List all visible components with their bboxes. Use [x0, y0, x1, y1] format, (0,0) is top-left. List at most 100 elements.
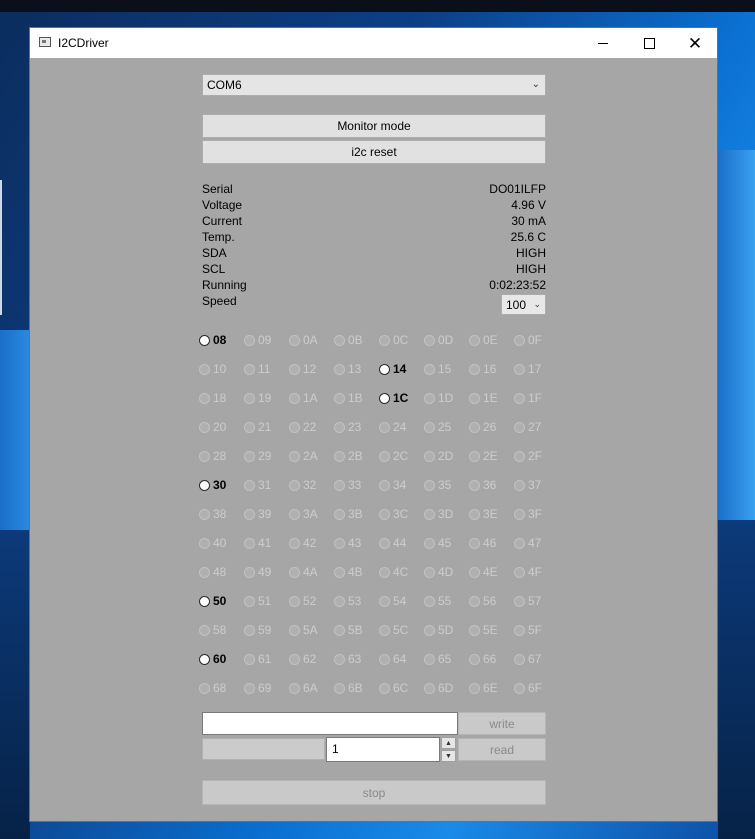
radio-button-icon[interactable]: [514, 508, 525, 520]
radio-button-icon[interactable]: [289, 421, 300, 433]
radio-button-icon[interactable]: [469, 392, 480, 404]
address-option-10[interactable]: 10: [199, 362, 226, 376]
title-bar[interactable]: I2CDriver ✕: [30, 28, 717, 58]
radio-button-icon[interactable]: [199, 508, 210, 520]
address-option-39[interactable]: 39: [244, 507, 271, 521]
radio-button-icon[interactable]: [289, 508, 300, 520]
radio-button-icon[interactable]: [334, 392, 345, 404]
address-option-4c[interactable]: 4C: [379, 565, 408, 579]
address-option-68[interactable]: 68: [199, 681, 226, 695]
address-option-4d[interactable]: 4D: [424, 565, 453, 579]
address-option-27[interactable]: 27: [514, 420, 541, 434]
maximize-button[interactable]: [626, 28, 672, 58]
radio-button-icon[interactable]: [379, 334, 390, 346]
radio-button-icon[interactable]: [514, 595, 525, 607]
address-option-23[interactable]: 23: [334, 420, 361, 434]
radio-button-icon[interactable]: [289, 624, 300, 636]
radio-button-icon[interactable]: [199, 363, 210, 375]
address-option-2e[interactable]: 2E: [469, 449, 498, 463]
radio-button-icon[interactable]: [514, 421, 525, 433]
address-option-5e[interactable]: 5E: [469, 623, 498, 637]
address-option-09[interactable]: 09: [244, 333, 271, 347]
spin-down-button[interactable]: ▼: [441, 750, 456, 762]
radio-button-icon[interactable]: [244, 392, 255, 404]
address-option-6d[interactable]: 6D: [424, 681, 453, 695]
address-option-28[interactable]: 28: [199, 449, 226, 463]
radio-button-icon[interactable]: [469, 450, 480, 462]
radio-button-icon[interactable]: [469, 653, 480, 665]
radio-button-icon[interactable]: [379, 450, 390, 462]
monitor-mode-button[interactable]: Monitor mode: [202, 114, 546, 138]
address-option-67[interactable]: 67: [514, 652, 541, 666]
address-option-34[interactable]: 34: [379, 478, 406, 492]
radio-button-icon[interactable]: [334, 595, 345, 607]
radio-button-icon[interactable]: [244, 653, 255, 665]
address-option-3f[interactable]: 3F: [514, 507, 542, 521]
radio-button-icon[interactable]: [334, 653, 345, 665]
write-data-input[interactable]: [202, 712, 458, 735]
address-option-43[interactable]: 43: [334, 536, 361, 550]
address-option-46[interactable]: 46: [469, 536, 496, 550]
radio-button-icon[interactable]: [379, 566, 390, 578]
radio-button-icon[interactable]: [424, 653, 435, 665]
spin-up-button[interactable]: ▲: [441, 737, 456, 749]
address-option-57[interactable]: 57: [514, 594, 541, 608]
address-option-1d[interactable]: 1D: [424, 391, 453, 405]
address-option-69[interactable]: 69: [244, 681, 271, 695]
address-option-54[interactable]: 54: [379, 594, 406, 608]
read-count-input[interactable]: 1: [326, 737, 440, 762]
radio-button-icon[interactable]: [289, 653, 300, 665]
address-option-2f[interactable]: 2F: [514, 449, 542, 463]
radio-button-icon[interactable]: [469, 682, 480, 694]
address-option-21[interactable]: 21: [244, 420, 271, 434]
address-option-15[interactable]: 15: [424, 362, 451, 376]
address-option-51[interactable]: 51: [244, 594, 271, 608]
radio-button-icon[interactable]: [424, 624, 435, 636]
radio-button-icon[interactable]: [379, 682, 390, 694]
address-option-60[interactable]: 60: [199, 652, 226, 666]
address-option-40[interactable]: 40: [199, 536, 226, 550]
radio-button-icon[interactable]: [469, 479, 480, 491]
address-option-3e[interactable]: 3E: [469, 507, 498, 521]
radio-button-icon[interactable]: [199, 653, 210, 665]
radio-button-icon[interactable]: [244, 363, 255, 375]
radio-button-icon[interactable]: [469, 566, 480, 578]
radio-button-icon[interactable]: [469, 334, 480, 346]
radio-button-icon[interactable]: [244, 334, 255, 346]
address-option-48[interactable]: 48: [199, 565, 226, 579]
radio-button-icon[interactable]: [199, 392, 210, 404]
address-option-5f[interactable]: 5F: [514, 623, 542, 637]
address-option-62[interactable]: 62: [289, 652, 316, 666]
address-option-37[interactable]: 37: [514, 478, 541, 492]
i2c-reset-button[interactable]: i2c reset: [202, 140, 546, 164]
radio-button-icon[interactable]: [244, 566, 255, 578]
address-option-44[interactable]: 44: [379, 536, 406, 550]
address-option-2d[interactable]: 2D: [424, 449, 453, 463]
address-option-45[interactable]: 45: [424, 536, 451, 550]
address-option-47[interactable]: 47: [514, 536, 541, 550]
write-button[interactable]: write: [458, 712, 546, 735]
radio-button-icon[interactable]: [244, 624, 255, 636]
address-option-6a[interactable]: 6A: [289, 681, 318, 695]
radio-button-icon[interactable]: [424, 508, 435, 520]
address-option-20[interactable]: 20: [199, 420, 226, 434]
address-option-53[interactable]: 53: [334, 594, 361, 608]
address-option-66[interactable]: 66: [469, 652, 496, 666]
address-option-25[interactable]: 25: [424, 420, 451, 434]
radio-button-icon[interactable]: [289, 566, 300, 578]
speed-select[interactable]: 100 ⌄: [501, 294, 546, 315]
radio-button-icon[interactable]: [334, 537, 345, 549]
close-button[interactable]: ✕: [672, 28, 718, 58]
radio-button-icon[interactable]: [334, 508, 345, 520]
radio-button-icon[interactable]: [379, 653, 390, 665]
address-option-38[interactable]: 38: [199, 507, 226, 521]
radio-button-icon[interactable]: [424, 537, 435, 549]
address-option-13[interactable]: 13: [334, 362, 361, 376]
port-select[interactable]: COM6 ⌄: [202, 74, 546, 96]
address-option-52[interactable]: 52: [289, 594, 316, 608]
read-button[interactable]: read: [458, 738, 546, 761]
address-option-2b[interactable]: 2B: [334, 449, 363, 463]
radio-button-icon[interactable]: [334, 566, 345, 578]
radio-button-icon[interactable]: [244, 450, 255, 462]
address-option-17[interactable]: 17: [514, 362, 541, 376]
